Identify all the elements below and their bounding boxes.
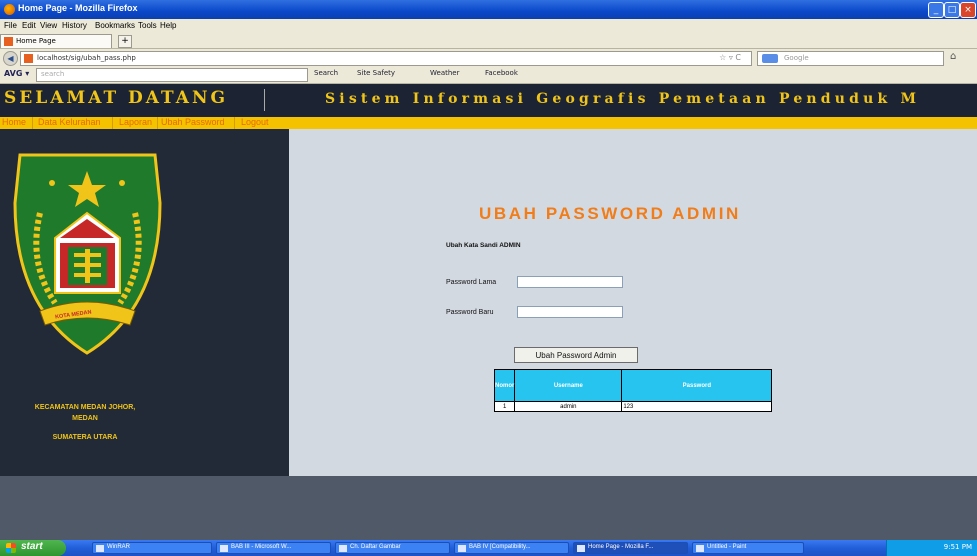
site-header: SELAMAT DATANG Sistem Informasi Geografi… [0, 84, 977, 117]
kota-medan-emblem [13, 153, 162, 355]
taskbar-item[interactable]: WinRAR [92, 542, 212, 554]
main-content: UBAH PASSWORD ADMIN Ubah Kata Sandi ADMI… [289, 129, 977, 476]
avg-search-button[interactable]: Search [314, 69, 338, 77]
taskbar-item-active[interactable]: Home Page - Mozilla F... [573, 542, 688, 554]
app-icon [458, 545, 466, 552]
nav-separator [157, 117, 158, 129]
avg-toolbar: AVG ▾ search Search Site Safety Weather … [0, 66, 977, 84]
start-button[interactable]: start [0, 540, 66, 556]
avg-search-input[interactable]: search [36, 68, 308, 82]
home-icon[interactable]: ⌂ [950, 51, 956, 62]
sidebar-province: SUMATERA UTARA [52, 434, 118, 441]
nav-home[interactable]: Home [2, 117, 26, 127]
column-header: Password [621, 369, 773, 402]
nav-separator [234, 117, 235, 129]
taskbar-item-label: Untitled - Paint [707, 544, 747, 550]
nav-data-kelurahan[interactable]: Data Kelurahan [38, 117, 101, 127]
search-input[interactable]: Google [757, 51, 944, 66]
table-cell: admin [514, 401, 623, 412]
menu-history[interactable]: History [62, 21, 87, 30]
form-subtitle: Ubah Kata Sandi ADMIN [446, 242, 521, 249]
table-row: 1 admin 123 [493, 401, 773, 412]
tab-strip: Home Page + [0, 33, 977, 49]
taskbar-item[interactable]: Untitled - Paint [692, 542, 804, 554]
table-cell: 1 [493, 401, 516, 412]
old-password-input[interactable] [517, 276, 623, 288]
search-placeholder: Google [784, 54, 809, 62]
menu-tools[interactable]: Tools [138, 21, 157, 30]
new-tab-button[interactable]: + [118, 35, 132, 48]
menu-bookmarks[interactable]: Bookmarks [95, 21, 135, 30]
address-bar[interactable]: localhost/sig/ubah_pass.php ☆ ▿ C [20, 51, 752, 66]
new-password-label: Password Baru [446, 309, 494, 316]
change-password-button[interactable]: Ubah Password Admin [514, 347, 638, 363]
menu-view[interactable]: View [40, 21, 57, 30]
taskbar-item-label: WinRAR [107, 544, 131, 550]
sidebar: KOTA MEDAN KECAMATAN MEDAN JOHOR, MEDAN … [0, 129, 289, 476]
table-header-row: Nomor Username Password [493, 369, 773, 402]
tab-home-page[interactable]: Home Page [0, 34, 112, 48]
welcome-text: SELAMAT DATANG [4, 88, 228, 108]
start-label: start [21, 541, 43, 552]
system-tray: 9:51 PM [886, 540, 977, 556]
navigation-bar: ◀ localhost/sig/ubah_pass.php ☆ ▿ C Goog… [0, 49, 977, 66]
menu-help[interactable]: Help [160, 21, 176, 30]
column-header: Nomor [493, 369, 516, 402]
site-title: Sistem Informasi Geografis Pemetaan Pend… [325, 91, 921, 107]
site-footer [0, 476, 977, 540]
avg-search-placeholder: search [41, 70, 65, 78]
avg-facebook[interactable]: Facebook [485, 69, 518, 77]
app-icon [696, 545, 704, 552]
nav-logout[interactable]: Logout [241, 117, 269, 127]
nav-laporan[interactable]: Laporan [119, 117, 152, 127]
taskbar-item[interactable]: Ch. Daftar Gambar [335, 542, 450, 554]
app-icon [96, 545, 104, 552]
avg-site-safety[interactable]: Site Safety [357, 69, 395, 77]
column-header: Username [514, 369, 623, 402]
close-button[interactable]: × [960, 2, 976, 18]
search-engine-icon[interactable] [762, 54, 778, 63]
taskbar-item-label: BAB III - Microsoft W... [231, 544, 292, 550]
minimize-button[interactable]: _ [928, 2, 944, 18]
back-arrow-icon[interactable]: ◀ [3, 51, 18, 66]
bookmark-star-icon[interactable]: ☆ ▿ C [719, 53, 741, 62]
avg-logo[interactable]: AVG ▾ [4, 69, 29, 78]
taskbar-item[interactable]: BAB III - Microsoft W... [216, 542, 331, 554]
nav-separator [32, 117, 33, 129]
site-identity-icon [24, 54, 33, 63]
menu-file[interactable]: File [4, 21, 17, 30]
tab-label: Home Page [16, 37, 56, 45]
table-cell: 123 [621, 401, 773, 412]
taskbar: start WinRAR BAB III - Microsoft W... Ch… [0, 540, 977, 556]
app-icon [220, 545, 228, 552]
taskbar-item[interactable]: BAB IV [Compatibility... [454, 542, 569, 554]
old-password-label: Password Lama [446, 279, 497, 286]
window-title-bar: Home Page - Mozilla Firefox _ □ × [0, 0, 977, 19]
firefox-icon [4, 4, 15, 15]
main-nav: Home Data Kelurahan Laporan Ubah Passwor… [0, 117, 977, 129]
address-url: localhost/sig/ubah_pass.php [37, 54, 136, 62]
app-icon [339, 545, 347, 552]
menu-edit[interactable]: Edit [22, 21, 36, 30]
taskbar-item-label: Home Page - Mozilla F... [588, 544, 654, 550]
taskbar-item-label: Ch. Daftar Gambar [350, 544, 401, 550]
maximize-button[interactable]: □ [944, 2, 960, 18]
sidebar-city: MEDAN [72, 415, 98, 422]
app-icon [577, 545, 585, 552]
nav-separator [112, 117, 113, 129]
header-divider [264, 89, 265, 111]
sidebar-kecamatan: KECAMATAN MEDAN JOHOR, [34, 404, 136, 411]
admin-table: Nomor Username Password 1 admin 123 [493, 369, 773, 412]
menu-bar: File Edit View History Bookmarks Tools H… [0, 19, 977, 33]
clock: 9:51 PM [943, 543, 972, 551]
windows-logo-icon [6, 543, 16, 553]
nav-ubah-password[interactable]: Ubah Password [161, 117, 225, 127]
new-password-input[interactable] [517, 306, 623, 318]
page-title: UBAH PASSWORD ADMIN [479, 204, 741, 223]
window-title: Home Page - Mozilla Firefox [18, 3, 138, 13]
avg-weather[interactable]: Weather [430, 69, 459, 77]
taskbar-item-label: BAB IV [Compatibility... [469, 544, 531, 550]
page-favicon-icon [4, 37, 13, 46]
